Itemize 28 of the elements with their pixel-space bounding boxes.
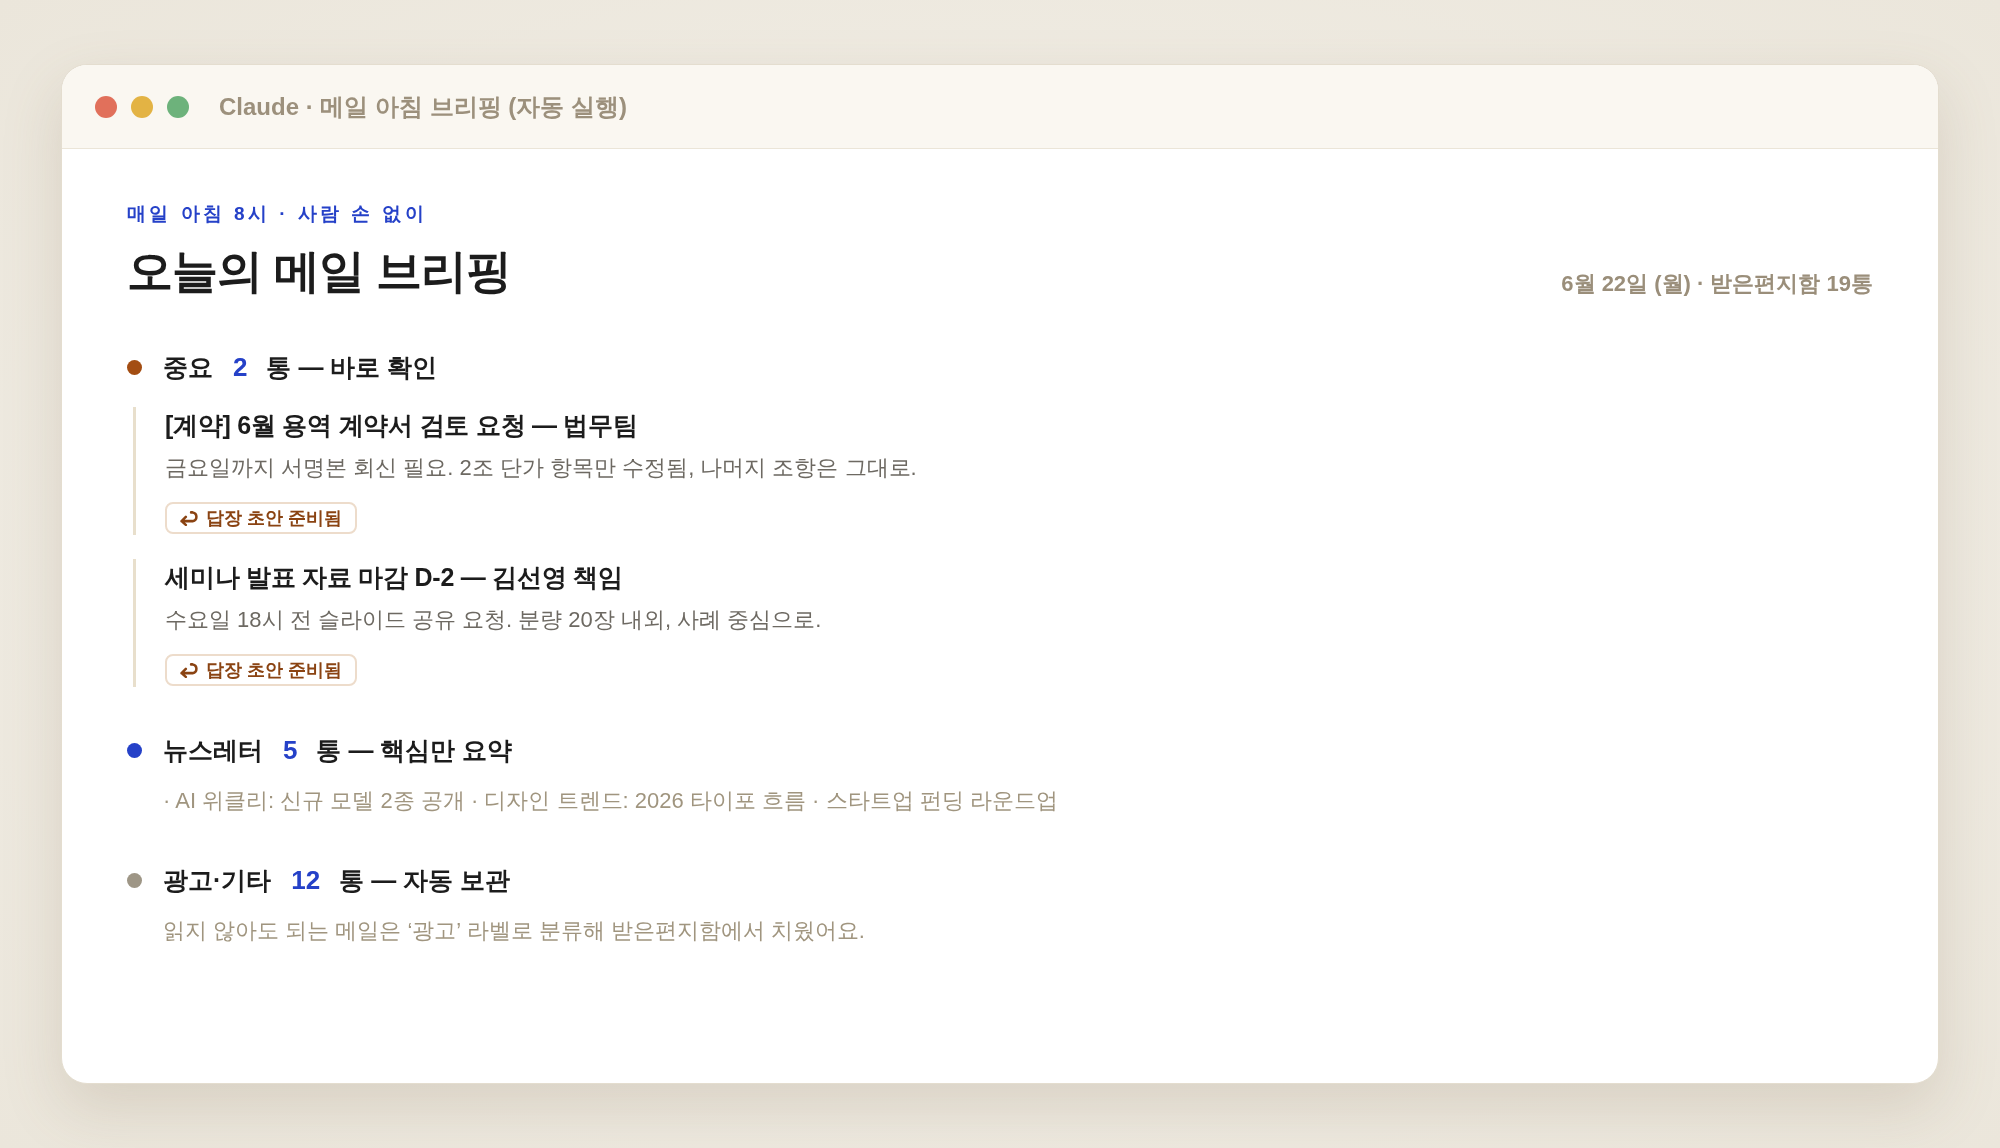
page-title: 오늘의 메일 브리핑 [127, 244, 512, 299]
tag-label: 답장 초안 준비됨 [206, 659, 342, 682]
mail-count: 5 [283, 734, 298, 767]
section-title: 뉴스레터 [163, 735, 263, 766]
email-summary: 금요일까지 서명본 회신 필요. 2조 단가 항목만 수정됨, 나머지 조항은 그대로. [165, 454, 918, 482]
section-subtitle: 통 — 자동 보관 [339, 865, 511, 896]
section-subtitle: 통 — 바로 확인 [266, 352, 438, 383]
section-title: 중요 [163, 352, 213, 383]
section-note: · AI 위클리: 신규 모델 2종 공개 · 디자인 트렌드: 2026 타이포 흐름 · 스타트업 펀딩 라운드업 [162, 787, 1059, 815]
email-item[interactable]: [계약] 6월 용역 계약서 검토 요청 — 법무팀 금요일까지 서명본 회신 필요. 2조 단가 항목만 수정됨, 나머지 조항은 그대로. 답장 초안 준비됨 [133, 407, 1873, 535]
reply-arrow-icon [180, 510, 199, 526]
email-subject: [계약] 6월 용역 계약서 검토 요청 — 법무팀 [165, 410, 639, 441]
schedule-kicker: 매일 아침 8시 · 사람 손 없이 [127, 202, 429, 226]
date-summary: 6월 22일 (월) · 받은편지함 19통 [1561, 270, 1873, 298]
reply-arrow-icon [180, 662, 199, 678]
section-title: 광고·기타 [163, 865, 272, 896]
mail-count: 12 [291, 864, 321, 897]
window-close-button[interactable] [95, 95, 117, 118]
section-note: 읽지 않아도 되는 메일은 ‘광고’ 라벨로 분류해 받은편지함에서 치웠어요. [162, 917, 866, 945]
email-subject: 세미나 발표 자료 마감 D-2 — 김선영 책임 [165, 562, 624, 593]
mail-count: 2 [233, 351, 248, 384]
email-summary: 수요일 18시 전 슬라이드 공유 요청. 분량 20장 내외, 사례 중심으로. [165, 606, 823, 634]
window-title: Claude · 메일 아침 브리핑 (자동 실행) [219, 91, 627, 122]
email-item[interactable]: 세미나 발표 자료 마감 D-2 — 김선영 책임 수요일 18시 전 슬라이드 공유 요청. 분량 20장 내외, 사례 중심으로. 답장 초안 준비됨 [133, 559, 1873, 687]
window-minimize-button[interactable] [131, 95, 153, 118]
window-zoom-button[interactable] [167, 95, 189, 118]
tag-label: 답장 초안 준비됨 [206, 507, 342, 530]
section-subtitle: 통 — 핵심만 요약 [316, 735, 513, 766]
